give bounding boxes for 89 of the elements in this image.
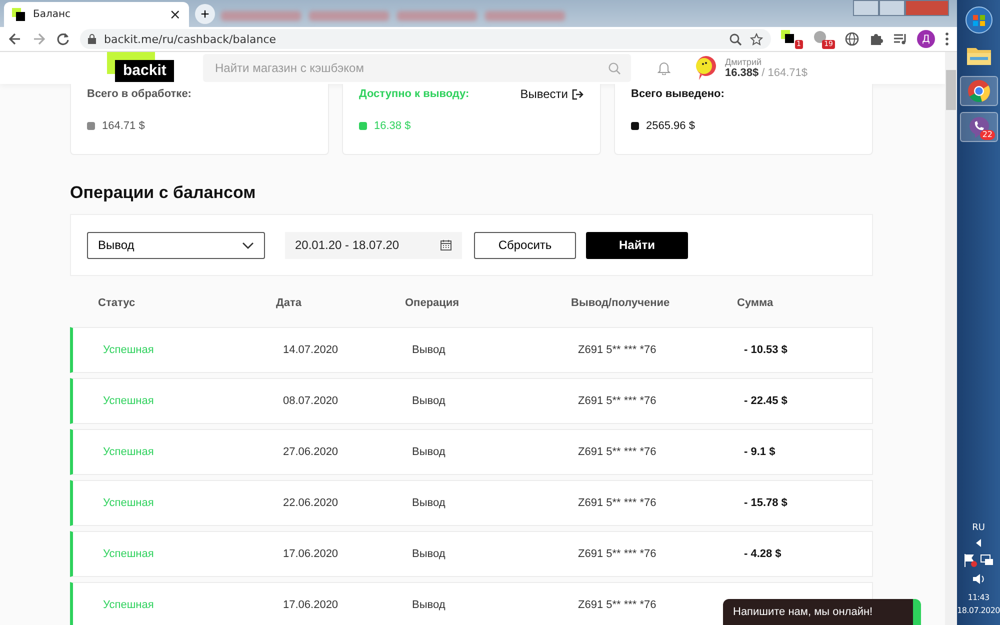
- find-button[interactable]: Найти: [586, 232, 688, 258]
- bell-icon[interactable]: [657, 61, 671, 75]
- account-cell-text: Z691 5** *** *76: [578, 497, 658, 509]
- back-arrow-icon[interactable]: [8, 32, 22, 46]
- speaker-icon[interactable]: [972, 573, 986, 585]
- network-icon[interactable]: [980, 553, 994, 567]
- start-orb-icon[interactable]: [964, 6, 992, 34]
- date-cell-text: 27.06.2020: [283, 446, 340, 458]
- account-cell-text: Z691 5** *** *76: [578, 599, 658, 611]
- user-name: Дмитрий: [725, 57, 762, 67]
- account-cell-text: Z691 5** *** *76: [578, 344, 658, 356]
- account-cell-text: Z691 5** *** *76: [578, 446, 658, 458]
- status-cell-text: Успешная: [103, 548, 155, 560]
- sum-cell-text: - 10.53 $: [744, 344, 788, 356]
- search-field[interactable]: Найти магазин с кэшбэком: [203, 54, 631, 82]
- square-icon: [781, 30, 795, 44]
- flag-icon[interactable]: [963, 553, 977, 567]
- operation-cell-text: Вывод: [412, 446, 446, 458]
- scrollbar[interactable]: [945, 52, 957, 625]
- operation-cell-text: Вывод: [412, 497, 446, 509]
- profile-avatar[interactable]: Д: [917, 30, 935, 48]
- taskbar-app[interactable]: [960, 76, 998, 106]
- minimize-button[interactable]: [853, 0, 879, 16]
- column-header: Сумма: [737, 296, 774, 308]
- column-header: Статус: [98, 296, 136, 308]
- address-bar[interactable]: backit.me/ru/cashback/balance: [80, 29, 771, 49]
- exit-arrow-icon: [572, 88, 584, 100]
- date-cell-text: 17.06.2020: [283, 599, 340, 611]
- status-cell-text: Успешная: [103, 497, 155, 509]
- playlist-icon[interactable]: [893, 32, 907, 46]
- notification-badge: 22: [980, 130, 994, 140]
- browser-tab[interactable]: Баланс ×: [4, 2, 189, 27]
- date-cell-text: 22.06.2020: [283, 497, 340, 509]
- operation-cell-text: Вывод: [412, 395, 446, 407]
- total-balance: / 164.71$: [762, 67, 808, 79]
- sum-cell-text: - 15.78 $: [744, 497, 788, 509]
- account-cell-text: Z691 5** *** *76: [578, 395, 658, 407]
- sum-cell-text: - 22.45 $: [744, 395, 788, 407]
- chrome-icon: [966, 79, 990, 103]
- language-indicator[interactable]: RU: [972, 523, 985, 533]
- date-cell-text: 14.07.2020: [283, 344, 340, 356]
- status-cell-text: Успешная: [103, 446, 155, 458]
- date-range-field[interactable]: 20.01.20 - 18.07.20: [285, 232, 462, 258]
- chevron-down-icon: [242, 242, 254, 248]
- calendar-icon[interactable]: [440, 239, 452, 251]
- account-cell-text: Z691 5** *** *76: [578, 548, 658, 560]
- star-icon[interactable]: [750, 32, 763, 46]
- mascot-icon[interactable]: [695, 55, 717, 81]
- zoom-icon[interactable]: [729, 32, 742, 46]
- tab-close-button[interactable]: ×: [169, 8, 181, 22]
- tab-title: Баланс: [33, 9, 72, 20]
- type-dropdown[interactable]: Вывод: [87, 232, 265, 258]
- favicon-icon: [12, 8, 25, 21]
- new-tab-button[interactable]: +: [195, 4, 215, 24]
- url-text: backit.me/ru/cashback/balance: [104, 32, 276, 46]
- puzzle-icon[interactable]: [869, 32, 883, 46]
- column-header: Операция: [405, 296, 460, 308]
- withdraw-button[interactable]: Вывести: [520, 87, 584, 101]
- clock-time[interactable]: 11:43: [957, 591, 1000, 604]
- available-balance: 16.38$: [725, 67, 759, 79]
- balance-amount: 164.71 $: [102, 120, 145, 132]
- status-cell-text: Успешная: [103, 599, 155, 611]
- column-header: Вывод/получение: [571, 296, 671, 308]
- maximize-button[interactable]: [879, 0, 905, 16]
- operation-cell-text: Вывод: [412, 599, 446, 611]
- section-title: Операции с балансом: [70, 183, 257, 203]
- card-title: Доступно к выводу:: [359, 88, 470, 100]
- card-title: Всего в обработке:: [87, 88, 192, 100]
- status-cell-text: Успешная: [103, 395, 155, 407]
- taskbar-app[interactable]: 22: [960, 112, 998, 142]
- chat-widget[interactable]: Напишите нам, мы онлайн!: [723, 599, 921, 625]
- column-header: Дата: [276, 296, 302, 308]
- clock-date[interactable]: 18.07.2020: [957, 604, 1000, 617]
- reset-button[interactable]: Сбросить: [474, 232, 576, 258]
- caret-left-icon[interactable]: [976, 539, 982, 547]
- sum-cell-text: - 4.28 $: [744, 548, 782, 560]
- globe-icon[interactable]: [845, 32, 859, 46]
- more-menu-icon[interactable]: [945, 32, 949, 46]
- status-cell-text: Успешная: [103, 344, 155, 356]
- reload-icon[interactable]: [56, 32, 70, 46]
- date-cell-text: 17.06.2020: [283, 548, 340, 560]
- operation-cell-text: Вывод: [412, 344, 446, 356]
- card-title: Всего выведено:: [631, 88, 724, 100]
- sum-cell-text: - 9.1 $: [744, 446, 776, 458]
- balance-amount: 2565.96 $: [646, 120, 695, 132]
- balance-amount: 16.38 $: [374, 120, 411, 132]
- date-cell-text: 08.07.2020: [283, 395, 340, 407]
- operation-cell-text: Вывод: [412, 548, 446, 560]
- lock-icon: [88, 34, 96, 44]
